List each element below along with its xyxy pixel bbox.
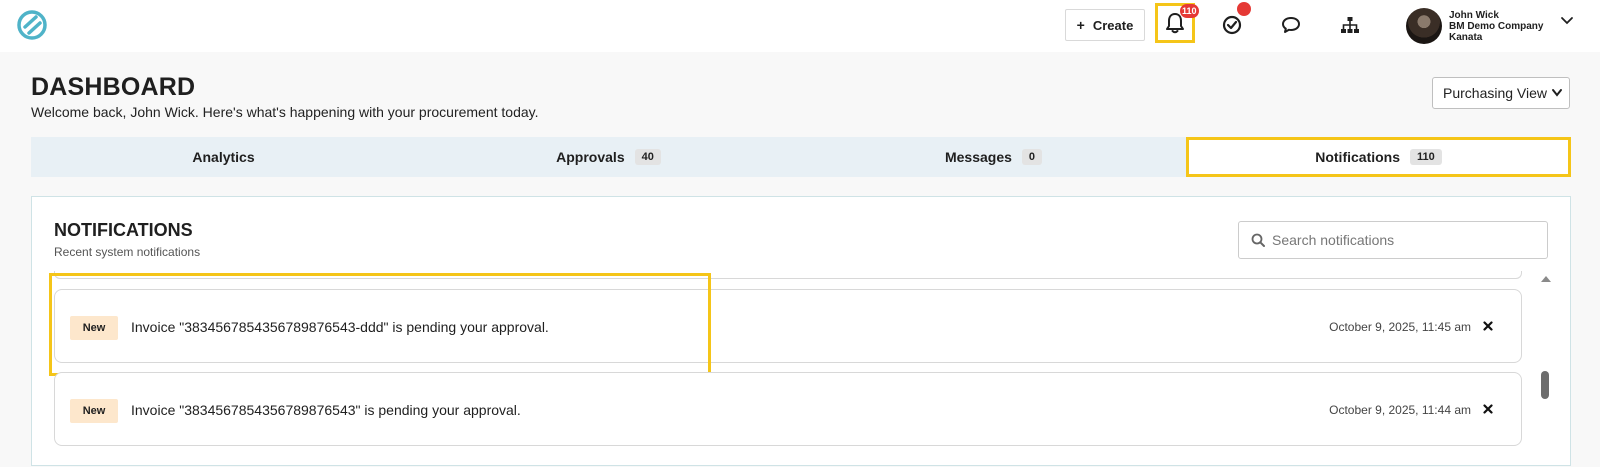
tab-count-badge: 0 <box>1021 149 1043 165</box>
section-title: NOTIFICATIONS <box>54 220 193 240</box>
page-subtitle: Welcome back, John Wick. Here's what's h… <box>31 104 539 120</box>
tab-analytics[interactable]: Analytics <box>31 137 416 177</box>
notifications-count-badge: 110 <box>1180 4 1199 18</box>
dashboard-tabs: Analytics Approvals 40 Messages 0 Notifi… <box>31 137 1571 177</box>
user-name: John Wick <box>1449 9 1499 21</box>
scrollbar[interactable] <box>1538 275 1554 467</box>
dismiss-button[interactable] <box>1481 402 1495 416</box>
notification-text: Invoice "383456785435678987654​3-ddd" is… <box>131 319 549 335</box>
tab-label: Notifications <box>1315 149 1401 165</box>
list-item[interactable]: New Invoice "383456785435678987654​3-ddd… <box>49 273 1522 376</box>
tab-count-badge: 40 <box>634 149 661 165</box>
tab-label: Analytics <box>192 149 255 165</box>
view-select[interactable]: Purchasing View <box>1432 77 1570 109</box>
user-info: John Wick BM Demo Company Kanata <box>1449 10 1543 43</box>
notification-text: Invoice "3834567854356789876543" is pend… <box>131 402 521 418</box>
search-box <box>1238 221 1548 259</box>
sitemap-icon <box>1341 17 1359 33</box>
chevron-down-icon <box>1552 89 1562 97</box>
previous-list-item-edge <box>54 271 1522 279</box>
tab-messages[interactable]: Messages 0 <box>801 137 1186 177</box>
org-chart-button[interactable] <box>1332 8 1368 42</box>
tasks-button[interactable] <box>1214 2 1251 42</box>
new-badge: New <box>70 399 118 423</box>
notification-time: October 9, 2025, 11:44 am <box>1329 403 1471 417</box>
tab-count-badge: 110 <box>1410 149 1442 165</box>
close-icon <box>1483 321 1493 331</box>
tab-notifications[interactable]: Notifications 110 <box>1186 137 1571 177</box>
search-icon <box>1251 233 1265 247</box>
notifications-bell-button[interactable]: 110 <box>1155 3 1199 43</box>
chat-bubble-icon <box>1282 17 1300 33</box>
top-bar: + Create 110 John Wick BM Demo Company K… <box>0 0 1600 52</box>
close-icon <box>1483 404 1493 414</box>
tasks-alert-dot <box>1237 2 1251 16</box>
chevron-down-icon[interactable] <box>1560 16 1574 26</box>
tab-label: Approvals <box>556 149 625 165</box>
dismiss-button[interactable] <box>1481 319 1495 333</box>
page-title: DASHBOARD <box>31 73 196 101</box>
section-subtitle: Recent system notifications <box>54 245 201 259</box>
list-item[interactable]: New Invoice "3834567854356789876543" is … <box>54 372 1522 446</box>
notifications-panel: NOTIFICATIONS Recent system notification… <box>31 196 1571 466</box>
user-menu[interactable]: John Wick BM Demo Company Kanata <box>1406 4 1543 48</box>
scrollbar-thumb[interactable] <box>1541 371 1549 399</box>
notification-time: October 9, 2025, 11:45 am <box>1329 320 1471 334</box>
user-location: Kanata <box>1449 31 1483 43</box>
brand-logo-icon[interactable] <box>16 9 48 41</box>
plus-icon: + <box>1076 17 1085 33</box>
tab-approvals[interactable]: Approvals 40 <box>416 137 801 177</box>
scroll-up-icon[interactable] <box>1540 275 1552 283</box>
messages-button[interactable] <box>1273 8 1309 42</box>
new-badge: New <box>70 316 118 340</box>
avatar <box>1406 8 1442 44</box>
tab-label: Messages <box>944 149 1012 165</box>
create-button[interactable]: + Create <box>1065 9 1145 41</box>
check-circle-icon <box>1222 15 1242 35</box>
user-company: BM Demo Company <box>1449 20 1544 32</box>
search-input[interactable] <box>1272 232 1532 248</box>
view-select-value: Purchasing View <box>1443 85 1548 101</box>
create-button-label: Create <box>1092 17 1134 33</box>
